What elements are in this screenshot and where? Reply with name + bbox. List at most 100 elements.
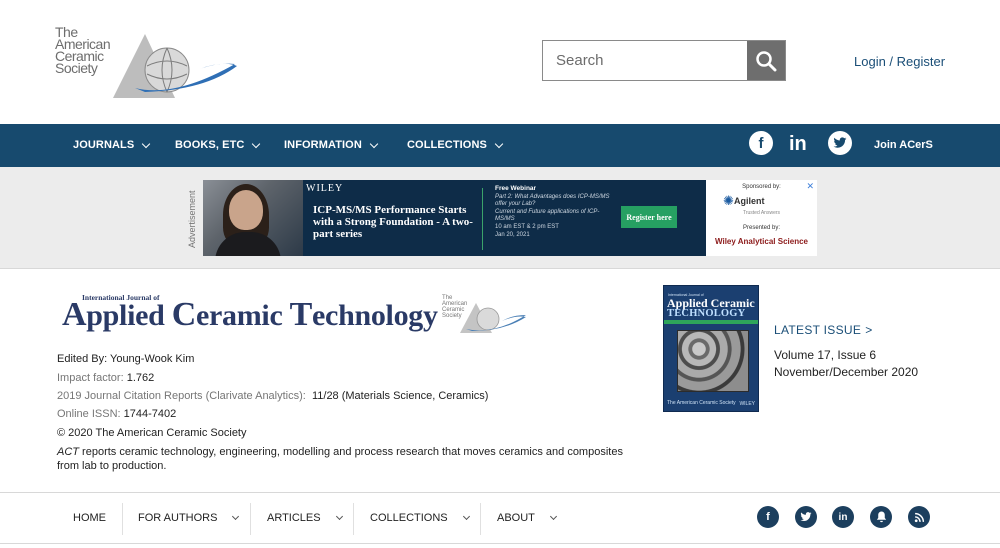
issn-label: Online ISSN:	[57, 408, 121, 420]
impact-factor-value: 1.762	[126, 372, 155, 384]
ad-webinar-date: Jan 20, 2021	[495, 231, 530, 238]
twitter-bird-icon	[800, 512, 812, 522]
latest-issue-label: LATEST ISSUE	[774, 323, 862, 337]
jcr-label: 2019 Journal Citation Reports (Clarivate…	[57, 390, 306, 402]
agilent-spark-icon: ✺	[723, 193, 734, 208]
chevron-down-icon	[232, 512, 240, 521]
search-box	[542, 40, 786, 81]
journal-abbr: ACT	[57, 446, 79, 458]
twitter-icon[interactable]	[795, 506, 817, 528]
nav-separator	[250, 503, 251, 535]
journal-nav-for-authors[interactable]: FOR AUTHORS	[138, 512, 240, 524]
twitter-bird-icon	[833, 137, 847, 148]
cover-society-mark: The American Ceramic Society	[667, 400, 736, 406]
ad-register-button[interactable]: Register here	[621, 206, 677, 228]
search-input[interactable]	[543, 41, 747, 80]
journal-nav-home[interactable]: HOME	[73, 512, 106, 524]
journal-nav-about[interactable]: ABOUT	[497, 512, 557, 524]
ad-title: ICP-MS/MS Performance Starts with a Stro…	[313, 204, 473, 240]
online-issn: Online ISSN: 1744-7402	[57, 408, 176, 420]
ad-sponsor-name: Agilent	[734, 196, 765, 206]
latest-issue-volume: Volume 17, Issue 6	[774, 348, 877, 362]
nav-information-label: INFORMATION	[284, 139, 362, 151]
journal-nav-articles-label: ARTICLES	[267, 512, 321, 524]
login-link[interactable]: Login	[854, 54, 886, 69]
journal-nav-home-label: HOME	[73, 512, 106, 524]
search-button[interactable]	[747, 41, 785, 80]
journal-nav-about-label: ABOUT	[497, 512, 535, 524]
edited-by: Edited By: Young-Wook Kim	[57, 353, 195, 365]
latest-issue-period: November/December 2020	[774, 364, 919, 379]
nav-books-label: BOOKS, ETC	[175, 139, 245, 151]
linkedin-icon[interactable]: in	[832, 506, 854, 528]
chevron-down-icon	[252, 139, 261, 148]
ad-webinar-topic: Current and Future applications of ICP-M…	[495, 208, 600, 223]
acers-logo-text: The American Ceramic Society	[55, 24, 111, 76]
search-icon	[756, 50, 777, 71]
facebook-icon[interactable]: f	[749, 131, 773, 155]
ad-label: Advertisement	[187, 190, 197, 248]
journal-globe-icon	[460, 303, 526, 333]
ad-webinar-heading: Free Webinar	[495, 185, 537, 192]
nav-separator	[353, 503, 354, 535]
nav-separator	[480, 503, 481, 535]
cover-band	[664, 320, 758, 324]
journal-nav-collections-label: COLLECTIONS	[370, 512, 448, 524]
nav-books[interactable]: BOOKS, ETC	[175, 139, 261, 151]
login-separator: /	[885, 54, 897, 69]
ad-close-icon[interactable]: ✕	[806, 181, 814, 192]
acers-logo[interactable]: The American Ceramic Society	[55, 22, 245, 100]
latest-issue-link[interactable]: LATEST ISSUE >	[774, 323, 873, 337]
rss-icon[interactable]	[908, 506, 930, 528]
ad-presented-by: Presented by:	[742, 225, 781, 231]
ad-webinar-info: Free Webinar Part 2: What Advantages doe…	[495, 185, 610, 239]
journal-description: ACT reports ceramic technology, engineer…	[57, 445, 637, 473]
join-acers-link[interactable]: Join ACerS	[874, 139, 933, 151]
latest-issue-details: Volume 17, Issue 6 November/December 202…	[774, 347, 918, 380]
register-link[interactable]: Register	[897, 54, 945, 69]
nav-collections[interactable]: COLLECTIONS	[407, 139, 504, 151]
ad-banner[interactable]: WILEY ICP-MS/MS Performance Starts with …	[203, 180, 817, 256]
jcr-ranking: 2019 Journal Citation Reports (Clarivate…	[57, 390, 488, 402]
chevron-right-icon: >	[865, 323, 873, 337]
chevron-down-icon	[549, 512, 557, 521]
chevron-down-icon	[335, 512, 343, 521]
ad-webinar-part: Part 2: What Advantages does ICP-MS/MS o…	[495, 193, 610, 208]
acers-globe-icon	[113, 34, 237, 98]
ad-divider	[482, 188, 483, 250]
ad-photo	[203, 180, 303, 256]
ad-sponsored-by: Sponsored by:	[742, 184, 781, 190]
ad-sponsor-panel: Sponsored by: ✺ Agilent Trusted Answers …	[706, 180, 817, 256]
ad-brand: WILEY	[306, 183, 344, 194]
copyright: © 2020 The American Ceramic Society	[57, 427, 247, 439]
cover-image	[677, 330, 749, 392]
journal-cover[interactable]: International Journal of Applied Ceramic…	[663, 285, 759, 412]
journal-nav-articles[interactable]: ARTICLES	[267, 512, 343, 524]
cover-publisher-mark: WILEY	[739, 401, 755, 407]
chevron-down-icon	[369, 139, 379, 148]
nav-information[interactable]: INFORMATION	[284, 139, 379, 151]
twitter-icon[interactable]	[828, 131, 852, 155]
bell-icon[interactable]	[870, 506, 892, 528]
facebook-icon[interactable]: f	[757, 506, 779, 528]
rss-glyph-icon	[914, 512, 924, 522]
issn-value: 1744-7402	[123, 408, 177, 420]
journal-nav-for-authors-label: FOR AUTHORS	[138, 512, 218, 524]
impact-factor-label: Impact factor:	[57, 372, 124, 384]
journal-logo[interactable]: International Journal of Applied Ceramic…	[60, 290, 530, 334]
ad-webinar-time: 10 am EST & 2 pm EST	[495, 223, 559, 230]
cover-line2: TECHNOLOGY	[667, 308, 746, 319]
journal-nav-collections[interactable]: COLLECTIONS	[370, 512, 470, 524]
journal-logo-main: Applied Ceramic Technology	[62, 296, 438, 333]
linkedin-icon[interactable]: in	[789, 133, 807, 156]
chevron-down-icon	[142, 139, 151, 148]
jcr-value: 11/28 (Materials Science, Ceramics)	[311, 390, 489, 402]
ad-sponsor-tagline: Trusted Answers	[742, 210, 781, 216]
journal-description-text: reports ceramic technology, engineering,…	[57, 446, 623, 472]
ad-presenter: Wiley Analytical Science	[714, 237, 808, 246]
login-register: Login / Register	[854, 54, 945, 69]
nav-journals-label: JOURNALS	[73, 139, 135, 151]
nav-journals[interactable]: JOURNALS	[73, 139, 151, 151]
impact-factor: Impact factor: 1.762	[57, 372, 154, 384]
chevron-down-icon	[494, 139, 504, 148]
